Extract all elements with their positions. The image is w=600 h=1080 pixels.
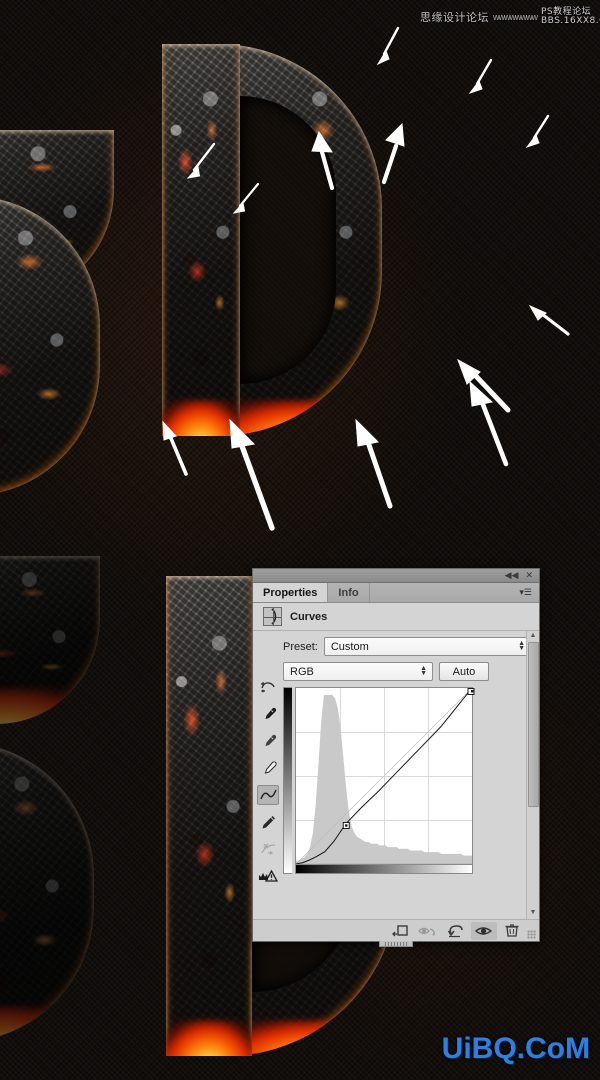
letter-d-upper bbox=[162, 44, 382, 436]
watermark-forum-name: 思缘设计论坛 bbox=[420, 11, 489, 24]
scrollbar-track[interactable] bbox=[527, 642, 539, 908]
scroll-down-icon[interactable]: ▼ bbox=[530, 908, 537, 919]
curve-control-points[interactable] bbox=[296, 688, 539, 838]
adjustment-header: Curves bbox=[253, 603, 539, 631]
channel-select[interactable]: RGB ▲ ▼ bbox=[283, 662, 433, 681]
panel-menu-icon[interactable]: ▾☰ bbox=[512, 583, 539, 602]
targeted-adjustment-tool-icon[interactable] bbox=[257, 677, 279, 697]
pencil-tool-icon[interactable] bbox=[257, 812, 279, 832]
properties-panel: ◀◀ ✕ Properties Info ▾☰ Curves Preset: C… bbox=[252, 568, 540, 947]
gray-point-eyedropper-icon[interactable] bbox=[257, 731, 279, 751]
watermark-top: 思缘设计论坛 wwwwwwww PS教程论坛 BBS.16XX8.COM bbox=[420, 4, 600, 30]
panel-resize-handle[interactable] bbox=[379, 941, 413, 947]
tab-info[interactable]: Info bbox=[328, 583, 370, 602]
channel-value: RGB bbox=[290, 665, 314, 678]
curves-controls: Preset: Custom ▲ ▼ RGB ▲ ▼ Auto bbox=[283, 631, 539, 919]
output-gradient-strip bbox=[283, 687, 292, 874]
reset-adjustment-button[interactable] bbox=[443, 922, 469, 940]
toggle-layer-visibility-button[interactable] bbox=[471, 921, 497, 940]
panel-tab-bar: Properties Info ▾☰ bbox=[253, 583, 539, 603]
panel-footer bbox=[253, 919, 539, 941]
scroll-up-icon[interactable]: ▲ bbox=[530, 631, 537, 642]
watermark-line-2: BBS.16XX8.COM bbox=[541, 16, 600, 26]
white-point-eyedropper-icon[interactable] bbox=[257, 758, 279, 778]
watermark-dots: wwwwwwww bbox=[493, 12, 538, 22]
letter-s-lower-fragment-a bbox=[0, 556, 100, 724]
panel-scrollbar[interactable]: ▲ ▼ bbox=[526, 631, 539, 919]
auto-button[interactable]: Auto bbox=[439, 662, 489, 681]
page-title: Curves bbox=[290, 610, 328, 623]
scrollbar-thumb[interactable] bbox=[527, 642, 539, 807]
curves-tool-column bbox=[253, 631, 283, 919]
tab-properties[interactable]: Properties bbox=[253, 583, 329, 602]
curves-graph-area bbox=[283, 687, 531, 874]
preset-value: Custom bbox=[330, 640, 369, 653]
curves-icon bbox=[263, 607, 282, 626]
clip-to-layer-button[interactable] bbox=[387, 922, 413, 940]
view-previous-state-button[interactable] bbox=[415, 922, 441, 940]
panel-titlebar: ◀◀ ✕ bbox=[253, 569, 539, 583]
resize-grip-icon[interactable] bbox=[527, 930, 536, 939]
smooth-curve-tool-icon[interactable] bbox=[257, 839, 279, 859]
channel-row: RGB ▲ ▼ Auto bbox=[283, 662, 531, 681]
clipping-warning-icon[interactable] bbox=[257, 866, 279, 886]
curves-graph[interactable] bbox=[295, 687, 475, 865]
delete-adjustment-layer-button[interactable] bbox=[499, 922, 525, 940]
collapse-icon[interactable]: ◀◀ bbox=[505, 571, 519, 580]
close-icon[interactable]: ✕ bbox=[525, 571, 533, 580]
stepper-icon: ▲ ▼ bbox=[420, 665, 427, 677]
letter-s-lower-fragment-b bbox=[0, 742, 94, 1042]
panel-body: Preset: Custom ▲ ▼ RGB ▲ ▼ Auto ▲ ▼ bbox=[253, 631, 539, 919]
black-point-eyedropper-icon[interactable] bbox=[257, 704, 279, 724]
stepper-icon: ▲ ▼ bbox=[518, 640, 525, 652]
preset-label: Preset: bbox=[283, 640, 318, 653]
preset-select[interactable]: Custom ▲ ▼ bbox=[323, 637, 531, 656]
watermark-bottom: UiBQ.CoM bbox=[441, 1032, 590, 1065]
preset-row: Preset: Custom ▲ ▼ bbox=[283, 637, 531, 656]
letter-s-middle-fragment bbox=[0, 196, 100, 496]
curve-point-tool-icon[interactable] bbox=[257, 785, 279, 805]
input-gradient-strip bbox=[295, 865, 473, 874]
